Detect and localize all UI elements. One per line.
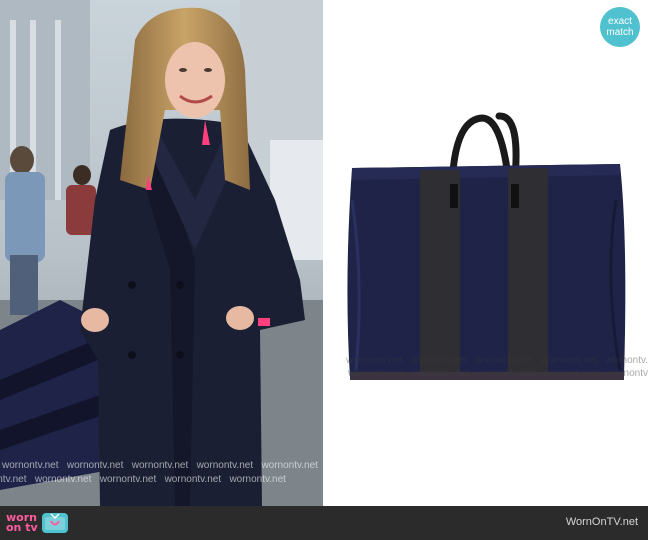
wornontv-logo[interactable]: worn on tv	[6, 510, 68, 536]
site-brand[interactable]: WornOnTV.net	[566, 516, 638, 528]
product-photo: wornontv.net wornontv.net wornontv.net w…	[324, 0, 648, 506]
watermark-row: wornontv.net wornontv.net wornontv.net w…	[2, 460, 318, 471]
watermark-row: wornontv.net wornontv.net wornontv.net w…	[0, 474, 286, 485]
badge-line-1: exact	[608, 16, 632, 27]
tv-icon	[41, 513, 68, 533]
watermark-row: wornontv.net wornontv.net wornontv.net w…	[348, 368, 648, 379]
tote-bag-illustration	[347, 112, 626, 380]
exact-match-badge: exact match	[600, 7, 640, 47]
badge-line-2: match	[606, 27, 634, 38]
outfit-photo: wornontv.net wornontv.net wornontv.net w…	[0, 0, 324, 506]
logo-text: worn on tv	[6, 511, 38, 534]
footer-bar: worn on tv WornOnTV.net	[0, 506, 648, 540]
outfit-illustration	[0, 0, 324, 506]
watermark-row: wornontv.net wornontv.net wornontv.net w…	[346, 355, 648, 366]
